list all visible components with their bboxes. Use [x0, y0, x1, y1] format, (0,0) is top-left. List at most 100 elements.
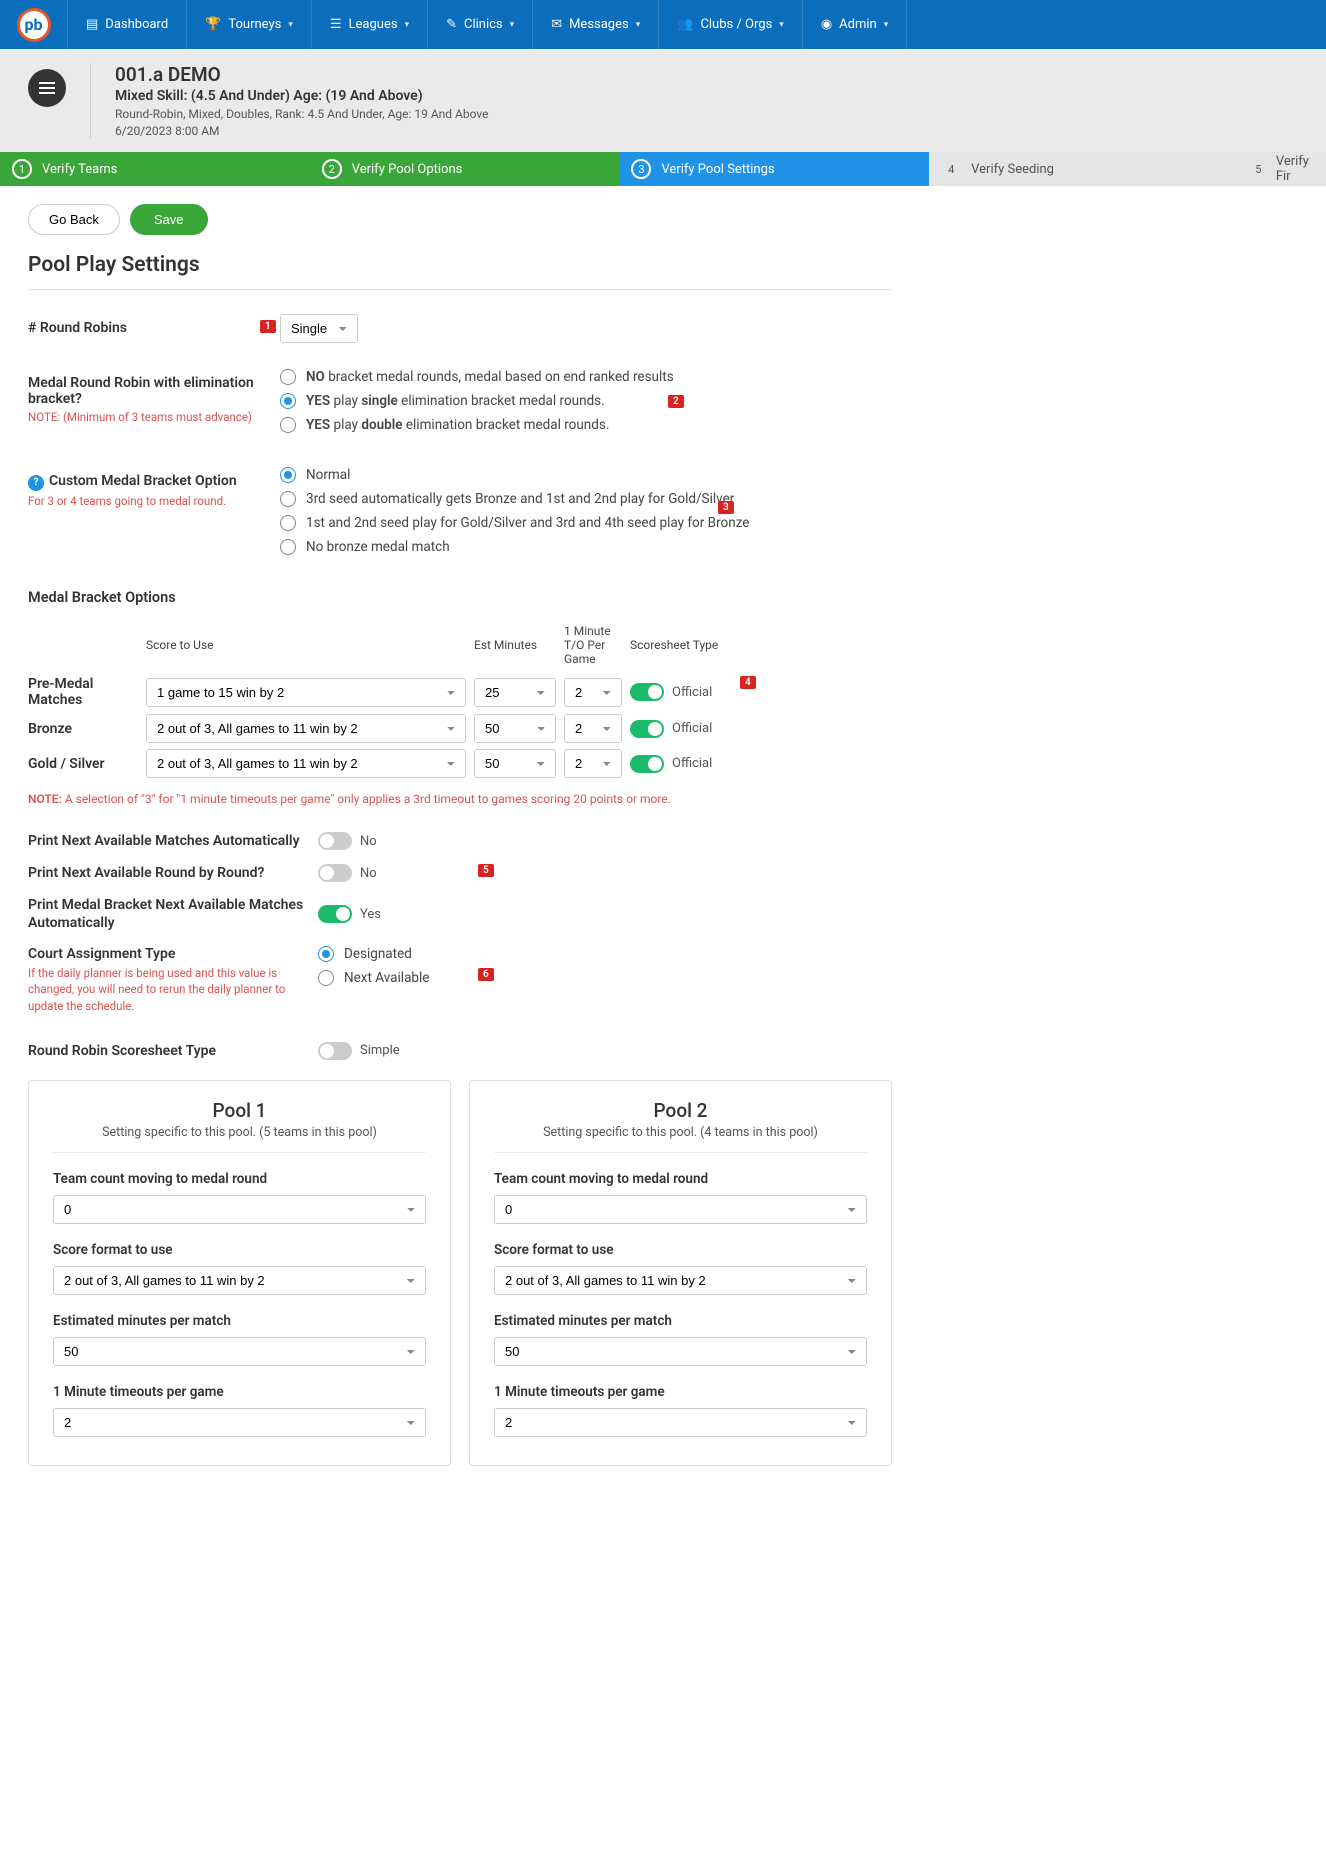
pool1-teamcount-select[interactable]: 0: [53, 1195, 426, 1224]
nav-label: Clinics: [464, 17, 503, 32]
custom-bracket-normal[interactable]: Normal: [280, 467, 892, 483]
bronze-ss-toggle[interactable]: [630, 720, 664, 738]
row-bronze: Bronze: [28, 721, 138, 737]
row-gold: Gold / Silver: [28, 756, 138, 772]
pool-est-label: Estimated minutes per match: [494, 1313, 867, 1329]
pool-2: Pool 2 Setting specific to this pool. (4…: [469, 1080, 892, 1466]
col-est: Est Minutes: [474, 638, 556, 656]
court-next-available[interactable]: Next Available: [318, 970, 429, 986]
step-verify-seeding[interactable]: 4Verify Seeding: [929, 152, 1239, 186]
court-assignment-label: Court Assignment Type: [28, 946, 175, 962]
toggle-label: Official: [672, 756, 712, 771]
gold-est-select[interactable]: 50: [474, 749, 556, 778]
event-info: 001.a DEMO Mixed Skill: (4.5 And Under) …: [90, 63, 488, 138]
chevron-down-icon: ▾: [636, 20, 641, 30]
badge-5: 5: [478, 864, 494, 877]
clipboard-icon: ✎: [446, 17, 457, 32]
step-label: Verify Fir: [1276, 154, 1314, 184]
nav-leagues[interactable]: ☰Leagues▾: [312, 0, 428, 49]
rr-ss-toggle[interactable]: [318, 1042, 352, 1060]
gold-ss-toggle[interactable]: [630, 755, 664, 773]
medal-rr-no[interactable]: NO bracket medal rounds, medal based on …: [280, 369, 892, 385]
logo[interactable]: pb: [0, 0, 68, 49]
pool-subtitle: Setting specific to this pool. (5 teams …: [53, 1125, 426, 1153]
print-medal-toggle[interactable]: [318, 905, 352, 923]
custom-bracket-1-2-3-4[interactable]: 1st and 2nd seed play for Gold/Silver an…: [280, 515, 892, 531]
toggle-label: Yes: [360, 907, 381, 922]
nav-label: Dashboard: [105, 17, 168, 32]
event-subtitle: Mixed Skill: (4.5 And Under) Age: (19 An…: [115, 88, 488, 104]
pool2-to-select[interactable]: 2: [494, 1408, 867, 1437]
custom-bracket-note: For 3 or 4 teams going to medal round.: [28, 494, 280, 508]
nav-clubs[interactable]: 👥Clubs / Orgs▾: [659, 0, 803, 49]
print-medal-label: Print Medal Bracket Next Available Match…: [28, 896, 318, 932]
premedal-to-select[interactable]: 2: [564, 678, 622, 707]
print-matches-toggle[interactable]: [318, 832, 352, 850]
step-verify-final[interactable]: 5Verify Fir: [1239, 152, 1326, 186]
pool2-score-select[interactable]: 2 out of 3, All games to 11 win by 2: [494, 1266, 867, 1295]
pool2-est-select[interactable]: 50: [494, 1337, 867, 1366]
medal-bracket-table: Score to Use Est Minutes 1 Minute T/O Pe…: [28, 624, 892, 778]
print-round-toggle[interactable]: [318, 864, 352, 882]
toggle-label: No: [360, 834, 377, 849]
pool-est-label: Estimated minutes per match: [53, 1313, 426, 1329]
bronze-to-select[interactable]: 2: [564, 714, 622, 743]
pool-score-label: Score format to use: [494, 1242, 867, 1258]
event-title: 001.a DEMO: [115, 63, 488, 86]
medal-rr-yes-single[interactable]: YES play single elimination bracket meda…: [280, 393, 892, 409]
nav-tourneys[interactable]: 🏆Tourneys▾: [187, 0, 312, 49]
pool-title: Pool 2: [494, 1099, 867, 1122]
sliders-icon: ☰: [330, 17, 342, 32]
step-label: Verify Seeding: [971, 162, 1054, 177]
help-icon[interactable]: ?: [28, 475, 44, 491]
custom-bracket-3rd-bronze[interactable]: 3rd seed automatically gets Bronze and 1…: [280, 491, 892, 507]
badge-3: 3: [718, 501, 734, 514]
pool1-est-select[interactable]: 50: [53, 1337, 426, 1366]
toggle-label: Simple: [360, 1043, 400, 1058]
users-icon: 👥: [677, 17, 693, 32]
print-round-label: Print Next Available Round by Round?: [28, 865, 318, 881]
pool-subtitle: Setting specific to this pool. (4 teams …: [494, 1125, 867, 1153]
step-verify-pool-settings[interactable]: 3Verify Pool Settings: [619, 152, 929, 186]
medal-bracket-title: Medal Bracket Options: [28, 589, 892, 606]
nav-dashboard[interactable]: ▤Dashboard: [68, 0, 187, 49]
pool1-score-select[interactable]: 2 out of 3, All games to 11 win by 2: [53, 1266, 426, 1295]
chevron-down-icon: ▾: [884, 20, 889, 30]
step-label: Verify Pool Settings: [661, 162, 774, 177]
nav-admin[interactable]: ◉Admin▾: [803, 0, 907, 49]
toggle-label: Official: [672, 721, 712, 736]
custom-bracket-label: Custom Medal Bracket Option: [49, 473, 237, 489]
premedal-ss-toggle[interactable]: [630, 683, 664, 701]
premedal-score-select[interactable]: 1 game to 15 win by 2: [146, 678, 466, 707]
pool1-to-select[interactable]: 2: [53, 1408, 426, 1437]
custom-bracket-no-bronze[interactable]: No bronze medal match: [280, 539, 892, 555]
gold-to-select[interactable]: 2: [564, 749, 622, 778]
medal-rr-yes-double[interactable]: YES play double elimination bracket meda…: [280, 417, 892, 433]
bronze-est-select[interactable]: 50: [474, 714, 556, 743]
nav-messages[interactable]: ✉Messages▾: [533, 0, 659, 49]
court-designated[interactable]: Designated: [318, 946, 429, 962]
go-back-button[interactable]: Go Back: [28, 204, 120, 235]
bronze-score-select[interactable]: 2 out of 3, All games to 11 win by 2: [146, 714, 466, 743]
medal-rr-label: Medal Round Robin with elimination brack…: [28, 375, 254, 407]
pool-title: Pool 1: [53, 1099, 426, 1122]
main-content: Go Back Save Pool Play Settings # Round …: [0, 186, 920, 1484]
premedal-est-select[interactable]: 25: [474, 678, 556, 707]
shield-icon: ◉: [821, 17, 832, 32]
step-verify-teams[interactable]: 1Verify Teams: [0, 152, 310, 186]
badge-4: 4: [740, 676, 756, 689]
gold-score-select[interactable]: 2 out of 3, All games to 11 win by 2: [146, 749, 466, 778]
pool-to-label: 1 Minute timeouts per game: [494, 1384, 867, 1400]
nav-label: Tourneys: [228, 17, 281, 32]
round-robins-select[interactable]: Single: [280, 314, 358, 343]
timeout-note: NOTE: A selection of "3" for "1 minute t…: [28, 792, 892, 806]
nav-clinics[interactable]: ✎Clinics▾: [428, 0, 533, 49]
step-verify-pool-options[interactable]: 2Verify Pool Options: [310, 152, 620, 186]
pool-to-label: 1 Minute timeouts per game: [53, 1384, 426, 1400]
pool2-teamcount-select[interactable]: 0: [494, 1195, 867, 1224]
nav-label: Messages: [569, 17, 629, 32]
round-robins-label: # Round Robins: [28, 314, 280, 336]
save-button[interactable]: Save: [130, 204, 208, 235]
subheader: 001.a DEMO Mixed Skill: (4.5 And Under) …: [0, 49, 1326, 152]
menu-button[interactable]: [28, 69, 66, 107]
